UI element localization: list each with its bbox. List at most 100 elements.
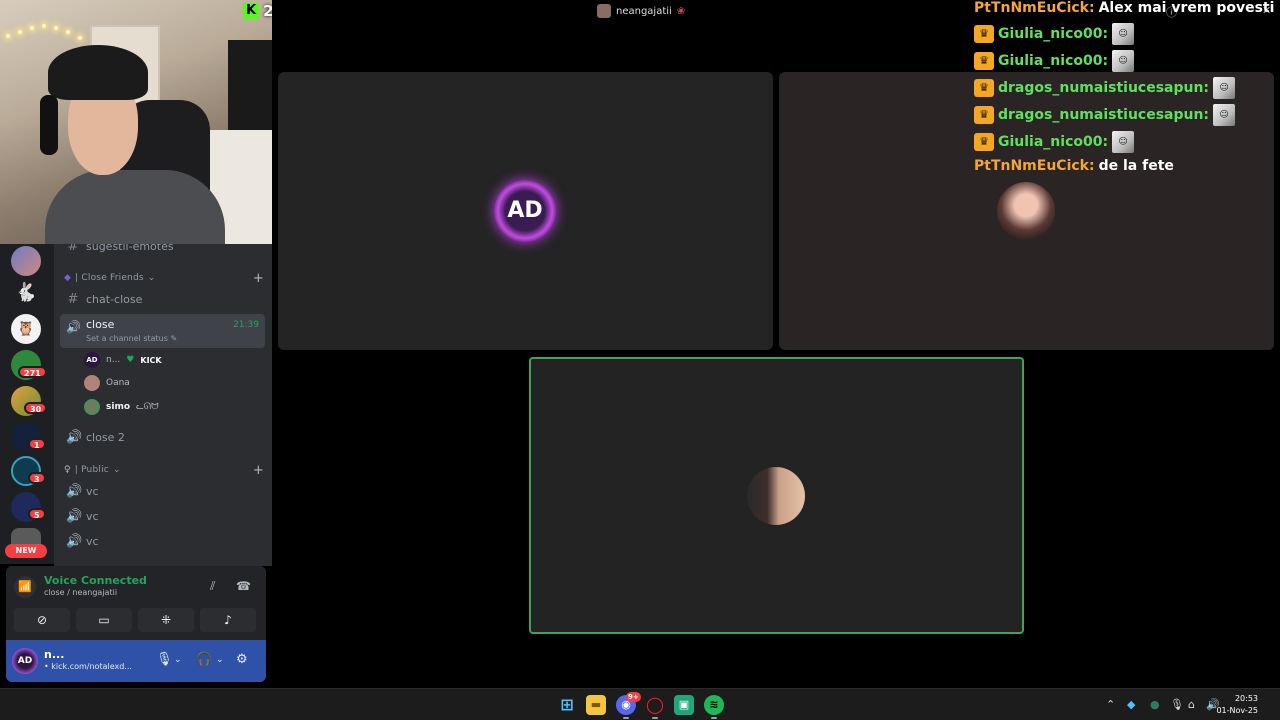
- app-icon[interactable]: ▣: [674, 695, 694, 715]
- streamer-body: [45, 170, 225, 244]
- crown-icon: ♛: [974, 133, 994, 151]
- speaker-icon: 🔊: [66, 508, 83, 524]
- add-channel-icon[interactable]: +: [253, 463, 264, 478]
- rabbit-server-icon[interactable]: 🐇: [11, 278, 41, 308]
- windows-start-icon[interactable]: ⊞: [557, 695, 577, 715]
- kick-logo-icon: K: [243, 3, 260, 19]
- category-label: | Public: [74, 465, 109, 475]
- headphones-icon[interactable]: 🎧: [196, 652, 212, 667]
- participant-tile[interactable]: AD: [278, 72, 773, 350]
- speaker-icon: 🔊: [66, 483, 83, 499]
- chat-message: PtTnNmEuCick: de la fete: [974, 154, 1174, 178]
- spotify-icon[interactable]: ≋: [704, 695, 724, 715]
- chevron-down-icon[interactable]: ⌄: [174, 655, 182, 665]
- screen-share-button[interactable]: ▭: [76, 608, 132, 632]
- channel-close-2[interactable]: 🔊 close 2: [60, 425, 266, 449]
- channel-vc[interactable]: 🔊 vc: [60, 504, 266, 528]
- chevron-down-icon: ⌄: [112, 465, 121, 475]
- username[interactable]: n...: [44, 648, 64, 661]
- channel-label: vc: [86, 509, 99, 523]
- server-icon[interactable]: [11, 246, 41, 276]
- mention-badge: 30: [24, 402, 48, 414]
- desktop-screen: K 25 🐇 🦉 271 30 1 3 5 NEW # sugestii-emo…: [0, 0, 1280, 720]
- activities-button[interactable]: ⁜: [138, 608, 194, 632]
- green-heart-icon: ♥: [126, 355, 135, 365]
- category-close-friends[interactable]: ◆ | Close Friends ⌄ +: [64, 270, 264, 286]
- channel-close-active[interactable]: 🔊 close Set a channel status ✎ 21:39: [60, 314, 265, 348]
- channel-vc[interactable]: 🔊 vc: [60, 479, 266, 503]
- gear-icon[interactable]: ⚙: [236, 652, 248, 667]
- speaker-icon: 🔊: [66, 320, 81, 334]
- microphone-icon[interactable]: 🎙: [156, 652, 173, 667]
- discord-badge: 9+: [626, 692, 641, 702]
- emote-icon: ☺: [1213, 104, 1236, 126]
- hash-icon: #: [67, 291, 79, 307]
- new-badge: NEW: [5, 544, 47, 558]
- channel-label: sugestii-emotes: [86, 244, 174, 253]
- emote-icon: ☺: [1213, 77, 1236, 99]
- chat-message: ♛ Giulia_nico00: ☺: [974, 130, 1135, 154]
- chevron-up-icon[interactable]: ⌃: [1106, 698, 1115, 711]
- channel-chat-close[interactable]: # chat-close: [60, 287, 266, 311]
- microphone-icon[interactable]: 🎙: [1170, 698, 1184, 711]
- channel-avatar: [597, 4, 611, 18]
- mention-badge: 1: [28, 438, 46, 450]
- user-tag: ᓚᘏᗢ: [136, 402, 159, 412]
- voice-user[interactable]: simo ᓚᘏᗢ: [84, 397, 159, 417]
- tray-app-icon[interactable]: ●: [1150, 698, 1160, 711]
- avatar: [84, 375, 100, 391]
- crown-icon: ♛: [974, 79, 994, 97]
- avatar: AD: [84, 352, 100, 368]
- chat-message: ♛ dragos_numaistiucesapun: ☺: [974, 76, 1236, 100]
- voice-channel-path[interactable]: close / neangajatii: [44, 588, 117, 597]
- disconnect-icon[interactable]: ☎: [236, 579, 251, 593]
- speaker-icon: 🔊: [66, 533, 83, 549]
- emote-icon: ☺: [1112, 50, 1135, 72]
- server-rail: 🐇 🦉 271 30 1 3 5 NEW: [0, 244, 54, 564]
- chat-text: de la fete: [1098, 158, 1174, 174]
- channel-label: close 2: [86, 430, 125, 444]
- participant-tile-speaking[interactable]: [529, 357, 1024, 634]
- category-public[interactable]: ♀ | Public ⌄ +: [64, 462, 264, 478]
- voice-connected-title[interactable]: Voice Connected: [44, 574, 147, 587]
- avatar[interactable]: AD: [12, 648, 38, 674]
- chat-message: ♛ dragos_numaistiucesapun: ☺: [974, 103, 1236, 127]
- noise-suppression-icon[interactable]: ⫽: [210, 579, 215, 594]
- ad-logo-avatar: AD: [494, 180, 556, 242]
- channel-sugestii-emotes[interactable]: # sugestii-emotes: [60, 244, 266, 258]
- stage-title: neangajatii: [616, 5, 672, 17]
- voice-user[interactable]: Oana: [84, 373, 130, 393]
- channel-vc[interactable]: 🔊 vc: [60, 529, 266, 553]
- channel-status[interactable]: Set a channel status ✎: [86, 334, 177, 343]
- user-custom-status: • kick.com/notalexd...: [44, 662, 132, 671]
- owl-server-icon[interactable]: 🦉: [11, 314, 41, 344]
- emote-icon: ☺: [1112, 131, 1135, 153]
- chat-username: PtTnNmEuCick:: [974, 158, 1095, 174]
- add-channel-icon[interactable]: +: [253, 271, 264, 286]
- stream-chat-overlay: PtTnNmEuCick: Alex mai vrem povesti ♛ Gi…: [972, 0, 1274, 180]
- windows-taskbar: ⊞ ▬ ◉ 9+ ◯ ▣ ≋ ⌃ ◆ ● 🎙 ⌂ 🔊 20:53 01-Nov-…: [0, 688, 1280, 720]
- user-tag: KICK: [140, 355, 162, 365]
- crown-icon: ♛: [974, 25, 994, 43]
- rose-icon: ❀: [676, 5, 686, 17]
- tray-app-icon[interactable]: ◆: [1127, 698, 1135, 711]
- opera-icon[interactable]: ◯: [645, 695, 665, 715]
- chevron-down-icon[interactable]: ⌄: [216, 655, 224, 665]
- network-icon[interactable]: ⌂: [1188, 698, 1195, 711]
- streamer-cap: [48, 45, 148, 100]
- channel-list: # sugestii-emotes ◆ | Close Friends ⌄ + …: [54, 244, 272, 566]
- chat-username: PtTnNmEuCick:: [974, 0, 1095, 16]
- chat-username: dragos_numaistiucesapun:: [998, 80, 1210, 96]
- system-clock[interactable]: 20:53 01-Nov-25: [1216, 693, 1258, 717]
- signal-icon[interactable]: 📶: [14, 576, 36, 598]
- channel-label: vc: [86, 534, 99, 548]
- crown-icon: ♛: [974, 106, 994, 124]
- voice-user[interactable]: AD n... ♥ KICK: [84, 350, 162, 370]
- mention-badge: 5: [28, 508, 46, 520]
- camera-off-button[interactable]: ⊘: [14, 608, 70, 632]
- chat-message: ♛ Giulia_nico00: ☺: [974, 49, 1135, 73]
- avatar: [747, 467, 805, 525]
- soundboard-button[interactable]: ♪: [200, 608, 256, 632]
- file-explorer-icon[interactable]: ▬: [586, 695, 606, 715]
- category-icon: ◆: [64, 273, 72, 283]
